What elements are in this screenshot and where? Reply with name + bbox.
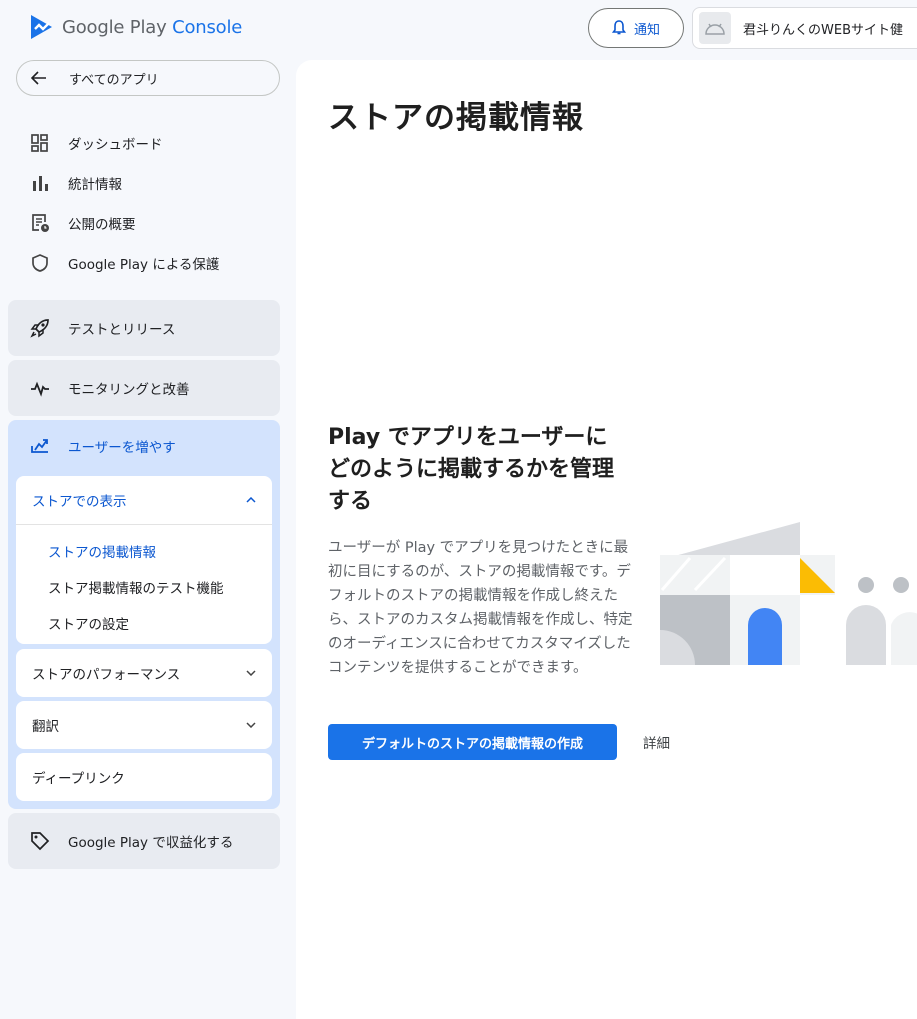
section-label: ユーザーを増やす (68, 440, 176, 456)
sidebar-item-publishing-overview[interactable]: 公開の概要 (30, 213, 136, 233)
sidebar-item-dashboard[interactable]: ダッシュボード (30, 133, 163, 153)
sidebar-item-play-protect[interactable]: Google Play による保護 (30, 253, 219, 273)
dashboard-icon (30, 133, 50, 153)
rocket-icon (30, 318, 50, 338)
logo-text: Google Play (62, 16, 167, 38)
sidebar-item-statistics[interactable]: 統計情報 (30, 173, 122, 193)
bar-chart-icon (30, 173, 50, 193)
chevron-down-icon (246, 670, 256, 676)
section-monitor[interactable]: モニタリングと改善 (8, 360, 280, 416)
chevron-down-icon (246, 722, 256, 728)
publishing-overview-icon (30, 213, 50, 233)
sidebar-item-label: Google Play による保護 (68, 257, 220, 273)
hero-description: ユーザーが Play でアプリを見つけたときに最初に目にするのが、ストアの掲載情… (328, 540, 633, 676)
section-label: Google Play で収益化する (68, 835, 234, 851)
chevron-up-icon (246, 497, 256, 503)
section-label: モニタリングと改善 (68, 382, 190, 398)
play-console-logo[interactable]: Google Play Console (30, 14, 242, 40)
store-presence-card: ストアでの表示 ストアの掲載情報 ストア掲載情報のテスト機能 ストアの設定 (16, 476, 272, 644)
deep-links-card[interactable]: ディープリンク (16, 753, 272, 801)
pulse-icon (30, 378, 50, 398)
shield-icon (30, 253, 50, 273)
store-performance-label: ストアのパフォーマンス (32, 667, 181, 683)
bell-icon (611, 20, 626, 35)
deep-links-label: ディープリンク (32, 771, 125, 787)
section-grow-header[interactable]: ユーザーを増やす (30, 436, 176, 456)
section-grow: ユーザーを増やす ストアでの表示 ストアの掲載情報 ストア掲載情報のテスト機能 … (8, 420, 280, 809)
sidebar-item-label: 公開の概要 (68, 217, 136, 233)
grow-users-icon (30, 436, 50, 456)
sidebar-item-label: 統計情報 (68, 177, 122, 193)
logo-text-accent: Console (172, 16, 243, 38)
nav-listing-experiments[interactable]: ストア掲載情報のテスト機能 (16, 569, 272, 605)
section-monetize[interactable]: Google Play で収益化する (8, 813, 280, 869)
nav-store-settings[interactable]: ストアの設定 (16, 605, 272, 641)
store-presence-label: ストアでの表示 (32, 494, 127, 510)
notifications-label: 通知 (633, 22, 660, 38)
page-title: ストアの掲載情報 (328, 100, 584, 136)
section-label: テストとリリース (68, 322, 176, 338)
app-name: 君斗りんくのWEBサイト健 (743, 22, 903, 38)
play-console-logo-icon (31, 15, 52, 39)
app-selector[interactable]: 君斗りんくのWEBサイト健 (692, 7, 917, 49)
store-performance-card[interactable]: ストアのパフォーマンス (16, 649, 272, 697)
main-content: ストアの掲載情報 Play でアプリをユーザーにどのように掲載するかを管理する … (296, 60, 917, 1019)
nav-store-listing[interactable]: ストアの掲載情報 (16, 533, 272, 569)
store-illustration (660, 522, 917, 665)
all-apps-label: すべてのアプリ (69, 72, 159, 88)
create-default-listing-button[interactable]: デフォルトのストアの掲載情報の作成 (328, 724, 617, 760)
hero-title: Play でアプリをユーザーにどのように掲載するかを管理する (328, 425, 615, 514)
store-presence-toggle[interactable]: ストアでの表示 (16, 476, 272, 524)
tag-icon (30, 831, 50, 851)
learn-more-link[interactable]: 詳細 (643, 732, 670, 752)
arrow-back-icon (31, 71, 46, 85)
android-icon (699, 12, 731, 44)
section-test-release[interactable]: テストとリリース (8, 300, 280, 356)
notifications-button[interactable]: 通知 (588, 8, 684, 48)
translation-card[interactable]: 翻訳 (16, 701, 272, 749)
all-apps-button[interactable]: すべてのアプリ (16, 60, 280, 96)
sidebar-item-label: ダッシュボード (68, 137, 163, 153)
translation-label: 翻訳 (32, 719, 59, 735)
